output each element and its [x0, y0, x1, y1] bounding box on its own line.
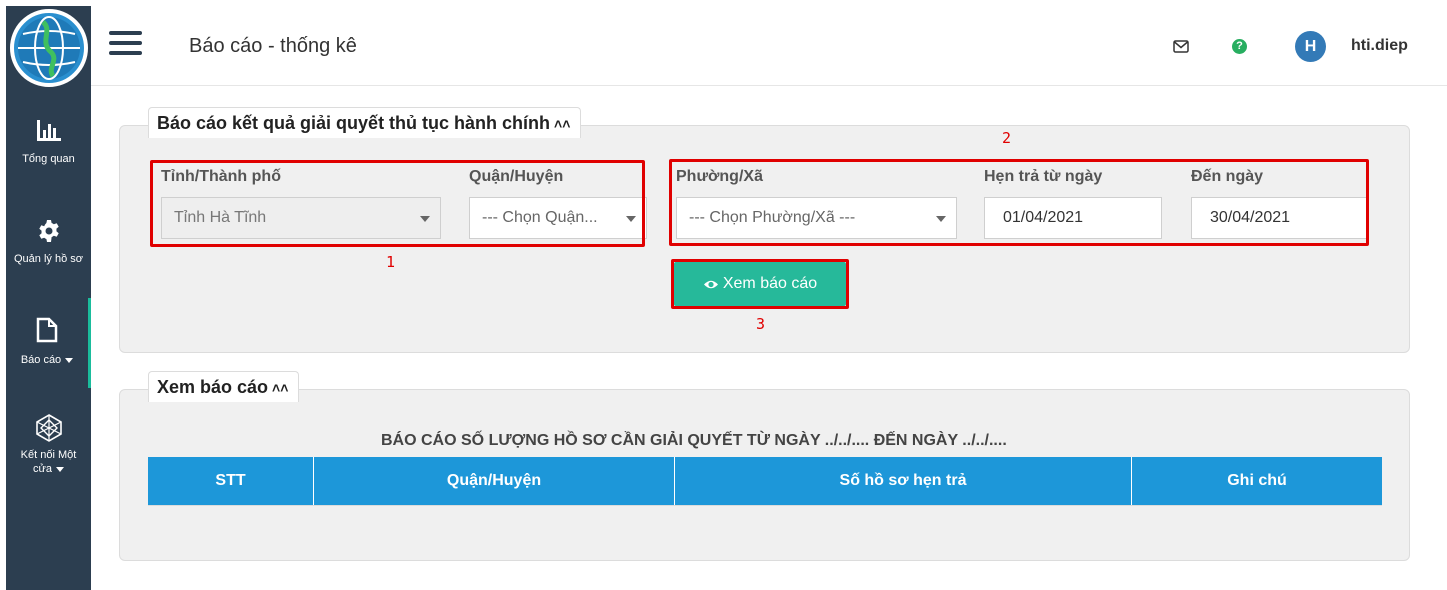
mail-icon[interactable]	[1173, 40, 1189, 53]
report-heading: BÁO CÁO SỐ LƯỢNG HỒ SƠ CẦN GIẢI QUYẾT TỪ…	[381, 432, 1007, 449]
annotation-box-2	[669, 159, 1369, 246]
caret-down-icon	[55, 466, 64, 472]
sidebar-item-one-door[interactable]: Kết nối Một cửa	[6, 414, 91, 476]
column-header-notes[interactable]: Ghi chú	[1132, 457, 1382, 505]
annotation-box-3	[671, 259, 849, 309]
sidebar-item-label: Kết nối Một	[20, 449, 77, 461]
page-title: Báo cáo - thống kê	[189, 35, 357, 57]
collapse-chevron-icon[interactable]: ˄˄	[554, 116, 570, 132]
filter-panel-title[interactable]: Báo cáo kết quả giải quyết thủ tục hành …	[148, 107, 582, 138]
annotation-label-1: 1	[386, 253, 396, 271]
bar-chart-icon	[36, 120, 61, 141]
network-icon	[35, 414, 62, 442]
column-header-district[interactable]: Quận/Huyện	[314, 457, 675, 505]
annotation-label-2: 2	[1002, 129, 1012, 147]
report-table-header: STT Quận/Huyện Số hồ sơ hẹn trả Ghi chú	[148, 457, 1382, 505]
column-header-due-records[interactable]: Số hồ sơ hẹn trả	[675, 457, 1132, 505]
caret-down-icon	[65, 357, 74, 363]
file-icon	[36, 317, 58, 343]
avatar[interactable]: H	[1295, 31, 1326, 62]
sidebar-item-label: Báo cáo	[6, 353, 88, 367]
help-icon[interactable]: ?	[1232, 39, 1247, 54]
report-panel-title[interactable]: Xem báo cáo ˄˄	[148, 371, 300, 402]
sidebar-item-label-2: cửa	[6, 462, 91, 476]
sidebar-item-label: Quản lý hồ sơ	[14, 253, 83, 265]
sidebar: Tổng quan Quản lý hồ sơ Báo cáo Kết nối …	[6, 6, 91, 590]
sidebar-item-records[interactable]: Quản lý hồ sơ	[6, 219, 91, 266]
username[interactable]: hti.diep	[1351, 37, 1408, 55]
main-content: Báo cáo kết quả giải quyết thủ tục hành …	[91, 87, 1447, 590]
sidebar-item-label: Tổng quan	[22, 153, 75, 165]
gear-icon	[38, 220, 59, 242]
app-window: Tổng quan Quản lý hồ sơ Báo cáo Kết nối …	[0, 0, 1447, 590]
sidebar-item-reports[interactable]: Báo cáo	[6, 298, 91, 388]
logo-icon[interactable]	[9, 8, 89, 88]
annotation-box-1	[150, 160, 645, 247]
top-bar: Báo cáo - thống kê ? H hti.diep	[91, 6, 1447, 86]
annotation-label-3: 3	[756, 315, 766, 333]
collapse-chevron-icon[interactable]: ˄˄	[272, 380, 288, 396]
column-header-stt[interactable]: STT	[148, 457, 314, 505]
menu-toggle-icon[interactable]	[109, 31, 142, 59]
table-divider	[148, 505, 1382, 506]
sidebar-item-overview[interactable]: Tổng quan	[6, 118, 91, 166]
